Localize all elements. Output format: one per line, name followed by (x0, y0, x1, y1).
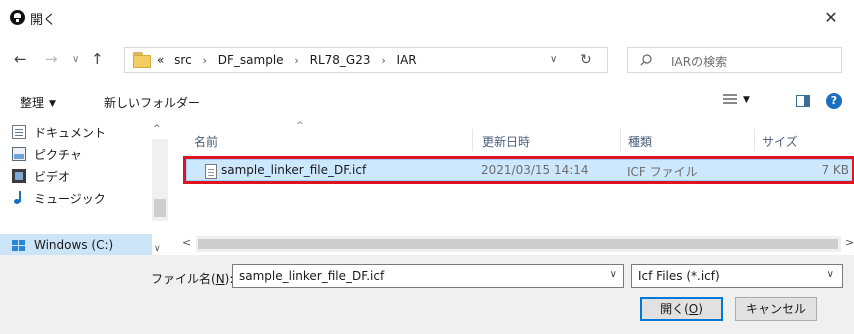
sidebar-item-label: ビデオ (34, 169, 71, 184)
view-list-icon (723, 94, 737, 105)
chevron-right-icon[interactable]: › (381, 54, 385, 67)
highlight-box (183, 156, 854, 184)
drive-icon (12, 238, 26, 252)
filename-label: ファイル名(N): (151, 272, 234, 286)
scroll-right-icon[interactable]: > (845, 236, 854, 249)
column-divider[interactable] (472, 129, 473, 151)
chevron-down-icon[interactable]: ∨ (827, 269, 834, 280)
filename-field[interactable]: sample_linker_file_DF.icf ∨ (232, 264, 624, 288)
document-icon (12, 125, 26, 139)
search-input[interactable]: IARの検索 (627, 47, 842, 73)
scrollbar-thumb[interactable] (154, 199, 166, 217)
filename-value: sample_linker_file_DF.icf (239, 269, 385, 283)
column-header-name[interactable]: 名前 (194, 133, 218, 150)
file-list: ^ 名前 更新日時 種類 サイズ sample_linker_file_DF.i… (172, 121, 854, 255)
sidebar-item-label: ドキュメント (34, 125, 107, 140)
chevron-down-icon[interactable]: ∨ (550, 54, 557, 65)
breadcrumb: « src › DF_sample › RL78_G23 › IAR (157, 53, 417, 67)
recent-locations-icon[interactable]: ∨ (72, 54, 79, 65)
music-icon (12, 191, 26, 205)
column-header-type[interactable]: 種類 (628, 133, 652, 150)
sidebar-item-label: ミュージック (34, 191, 106, 206)
command-bar: 整理 ▼ 新しいフォルダー ▼ ? (0, 89, 854, 117)
open-button[interactable]: 開く(O) (640, 297, 723, 321)
sidebar-item-windows-c[interactable]: Windows (C:) (0, 234, 152, 256)
sort-indicator-icon: ^ (296, 121, 304, 131)
app-icon (10, 10, 25, 25)
column-divider[interactable] (754, 129, 755, 151)
back-arrow-icon[interactable]: ← (14, 50, 27, 68)
chevron-right-icon[interactable]: › (294, 54, 298, 67)
sidebar-item-videos[interactable]: ビデオ (0, 165, 152, 187)
sidebar-item-label: ピクチャ (34, 147, 82, 162)
sidebar-item-music[interactable]: ミュージック (0, 187, 152, 209)
horizontal-scrollbar[interactable] (196, 236, 841, 252)
sidebar-item-pictures[interactable]: ピクチャ (0, 143, 152, 165)
scroll-down-icon[interactable]: ∨ (154, 244, 161, 254)
dialog-footer: ファイル名(N): sample_linker_file_DF.icf ∨ Ic… (0, 255, 854, 334)
scroll-left-icon[interactable]: < (182, 236, 191, 249)
help-icon[interactable]: ? (826, 93, 842, 109)
change-view-button[interactable]: ▼ (723, 94, 750, 105)
file-type-select[interactable]: Icf Files (*.icf) ∨ (631, 264, 843, 288)
breadcrumb-item[interactable]: RL78_G23 (310, 53, 371, 67)
organize-button[interactable]: 整理 ▼ (20, 94, 56, 111)
title-bar: 開く ✕ (0, 0, 854, 36)
sidebar-scrollbar[interactable] (152, 139, 168, 221)
search-placeholder: IARの検索 (671, 55, 728, 69)
column-header-size[interactable]: サイズ (762, 133, 798, 150)
navigation-row: ← → ∨ ↑ « src › DF_sample › RL78_G23 › I… (0, 44, 854, 76)
breadcrumb-item[interactable]: DF_sample (218, 53, 284, 67)
sidebar-item-label: Windows (C:) (34, 238, 114, 252)
address-bar[interactable]: « src › DF_sample › RL78_G23 › IAR ∨ ↻ (124, 47, 608, 73)
window-title: 開く (30, 13, 57, 28)
refresh-icon[interactable]: ↻ (580, 52, 592, 68)
chevron-right-icon[interactable]: › (203, 54, 207, 67)
navigation-pane: ドキュメント ピクチャ ビデオ ミュージック Windows (C:) ^ ∨ (0, 121, 172, 256)
breadcrumb-item[interactable]: src (174, 53, 192, 67)
chevron-down-icon[interactable]: ∨ (610, 269, 617, 280)
organize-label: 整理 (20, 96, 45, 110)
caret-down-icon: ▼ (49, 99, 56, 109)
up-arrow-icon[interactable]: ↑ (91, 50, 104, 68)
breadcrumb-overflow[interactable]: « (157, 53, 164, 67)
picture-icon (12, 147, 26, 161)
video-icon (12, 169, 26, 183)
sidebar-item-documents[interactable]: ドキュメント (0, 121, 152, 143)
close-button[interactable]: ✕ (808, 0, 854, 34)
breadcrumb-item[interactable]: IAR (397, 53, 417, 67)
new-folder-button[interactable]: 新しいフォルダー (104, 94, 200, 111)
caret-down-icon: ▼ (743, 94, 750, 105)
column-header-modified[interactable]: 更新日時 (482, 133, 530, 150)
folder-icon (133, 52, 151, 68)
forward-arrow-icon[interactable]: → (45, 50, 58, 68)
file-type-value: Icf Files (*.icf) (638, 269, 720, 283)
preview-pane-icon[interactable] (796, 95, 810, 107)
scrollbar-thumb[interactable] (198, 239, 838, 249)
column-divider[interactable] (620, 129, 621, 151)
search-icon (640, 54, 652, 66)
scroll-up-icon[interactable]: ^ (153, 124, 161, 134)
cancel-button[interactable]: キャンセル (735, 297, 817, 321)
